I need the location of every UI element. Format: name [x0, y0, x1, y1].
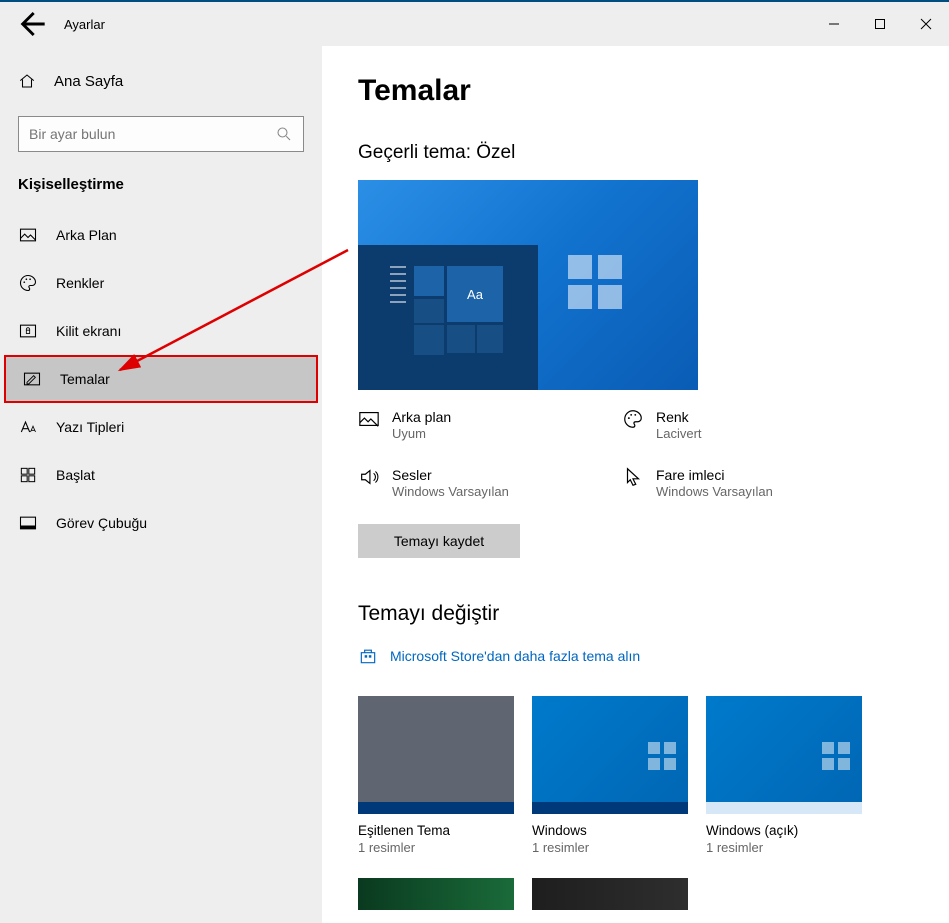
- theme-card-partial[interactable]: [358, 878, 514, 910]
- sidebar-item-colors[interactable]: Renkler: [0, 259, 322, 307]
- sidebar-item-label: Kilit ekranı: [56, 323, 121, 339]
- picture-icon: [18, 225, 38, 245]
- theme-name: Eşitlenen Tema: [358, 822, 514, 840]
- theme-thumbnail: [358, 696, 514, 814]
- search-box[interactable]: [18, 116, 304, 152]
- theme-icon: [22, 369, 42, 389]
- theme-image-count: 1 resimler: [706, 840, 862, 856]
- sidebar-item-label: Yazı Tipleri: [56, 419, 124, 435]
- prop-value: Lacivert: [656, 426, 702, 442]
- window-title: Ayarlar: [64, 17, 105, 32]
- sidebar-item-lockscreen[interactable]: Kilit ekranı: [0, 307, 322, 355]
- arrow-left-icon: [8, 2, 52, 46]
- prop-value: Windows Varsayılan: [392, 484, 509, 500]
- save-theme-button[interactable]: Temayı kaydet: [358, 524, 520, 558]
- home-label: Ana Sayfa: [54, 73, 123, 90]
- titlebar: Ayarlar: [0, 2, 949, 46]
- prop-label: Renk: [656, 408, 702, 426]
- font-icon: [18, 417, 38, 437]
- picture-icon: [358, 408, 380, 430]
- store-link-label: Microsoft Store'dan daha fazla tema alın: [390, 648, 640, 664]
- theme-thumbnail: [532, 696, 688, 814]
- theme-card-partial[interactable]: [532, 878, 688, 910]
- theme-thumbnail: [706, 696, 862, 814]
- sidebar-item-start[interactable]: Başlat: [0, 451, 322, 499]
- sidebar-item-label: Renkler: [56, 275, 104, 291]
- theme-preview: Aa: [358, 180, 698, 390]
- palette-icon: [18, 273, 38, 293]
- back-button[interactable]: [8, 2, 52, 46]
- preview-text-tile: Aa: [447, 266, 503, 322]
- section-heading: Kişiselleştirme: [0, 176, 322, 211]
- current-theme-label: Geçerli tema: Özel: [358, 142, 913, 164]
- speaker-icon: [358, 466, 380, 488]
- content-area: Temalar Geçerli tema: Özel Aa Arka: [322, 46, 949, 923]
- sidebar-item-label: Görev Çubuğu: [56, 515, 147, 531]
- start-icon: [18, 465, 38, 485]
- store-link[interactable]: Microsoft Store'dan daha fazla tema alın: [358, 646, 913, 666]
- lock-screen-icon: [18, 321, 38, 341]
- search-input[interactable]: [29, 126, 275, 142]
- taskbar-icon: [18, 513, 38, 533]
- theme-image-count: 1 resimler: [532, 840, 688, 856]
- change-theme-heading: Temayı değiştir: [358, 602, 913, 626]
- theme-image-count: 1 resimler: [358, 840, 514, 856]
- store-icon: [358, 646, 378, 666]
- theme-prop-background[interactable]: Arka planUyum: [358, 408, 622, 442]
- sidebar-item-label: Başlat: [56, 467, 95, 483]
- prop-value: Uyum: [392, 426, 451, 442]
- minimize-icon: [828, 18, 840, 30]
- prop-label: Sesler: [392, 466, 509, 484]
- theme-card-windows-light[interactable]: Windows (açık) 1 resimler: [706, 696, 862, 856]
- theme-prop-cursor[interactable]: Fare imleciWindows Varsayılan: [622, 466, 886, 500]
- sidebar-item-fonts[interactable]: Yazı Tipleri: [0, 403, 322, 451]
- prop-label: Fare imleci: [656, 466, 773, 484]
- sidebar-item-label: Arka Plan: [56, 227, 117, 243]
- theme-card-synced[interactable]: Eşitlenen Tema 1 resimler: [358, 696, 514, 856]
- sidebar-item-taskbar[interactable]: Görev Çubuğu: [0, 499, 322, 547]
- maximize-button[interactable]: [857, 7, 903, 41]
- home-icon: [18, 72, 36, 90]
- theme-prop-sounds[interactable]: SeslerWindows Varsayılan: [358, 466, 622, 500]
- close-icon: [920, 18, 932, 30]
- close-button[interactable]: [903, 7, 949, 41]
- page-title: Temalar: [358, 74, 913, 108]
- search-icon: [275, 125, 293, 143]
- palette-icon: [622, 408, 644, 430]
- sidebar-item-themes[interactable]: Temalar: [4, 355, 318, 403]
- prop-value: Windows Varsayılan: [656, 484, 773, 500]
- windows-logo-icon: [568, 255, 622, 309]
- cursor-icon: [622, 466, 644, 488]
- home-link[interactable]: Ana Sayfa: [0, 64, 322, 98]
- theme-card-windows[interactable]: Windows 1 resimler: [532, 696, 688, 856]
- theme-name: Windows (açık): [706, 822, 862, 840]
- theme-name: Windows: [532, 822, 688, 840]
- sidebar: Ana Sayfa Kişiselleştirme Arka Plan Renk…: [0, 46, 322, 923]
- theme-prop-color[interactable]: RenkLacivert: [622, 408, 886, 442]
- sidebar-item-background[interactable]: Arka Plan: [0, 211, 322, 259]
- sidebar-item-label: Temalar: [60, 371, 110, 387]
- maximize-icon: [874, 18, 886, 30]
- minimize-button[interactable]: [811, 7, 857, 41]
- prop-label: Arka plan: [392, 408, 451, 426]
